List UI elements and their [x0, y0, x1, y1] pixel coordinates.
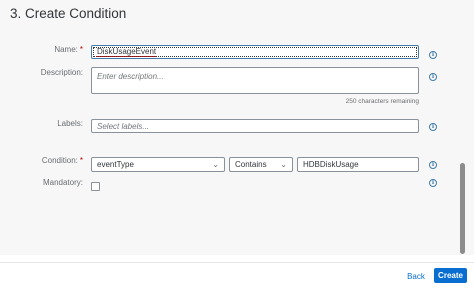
dialog-title: 3. Create Condition: [10, 6, 127, 21]
back-button[interactable]: Back: [403, 270, 429, 283]
info-icon[interactable]: i: [429, 161, 437, 169]
name-label: Name: *: [54, 45, 83, 54]
chevron-down-icon: ⌄: [212, 160, 219, 169]
info-icon[interactable]: i: [429, 179, 437, 187]
create-button[interactable]: Create: [434, 268, 467, 283]
condition-label: Condition: *: [41, 156, 83, 165]
name-input[interactable]: DiskUsageEvent: [91, 45, 419, 59]
required-marker: *: [79, 156, 83, 165]
mandatory-label: Mandatory:: [42, 178, 83, 187]
condition-operator-select[interactable]: Contains ⌄: [229, 157, 293, 172]
labels-label: Labels:: [57, 119, 83, 128]
condition-value-text: HDBDiskUsage: [303, 160, 359, 169]
condition-field-select[interactable]: eventType ⌄: [91, 157, 225, 172]
description-textarea[interactable]: Enter description...: [91, 67, 419, 94]
info-icon[interactable]: i: [429, 123, 437, 131]
info-icon[interactable]: i: [429, 51, 437, 59]
info-icon[interactable]: i: [429, 73, 437, 81]
labels-input[interactable]: Select labels...: [91, 119, 419, 133]
condition-operator-value: Contains: [235, 160, 267, 169]
chevron-down-icon: ⌄: [280, 160, 287, 169]
condition-value-input[interactable]: HDBDiskUsage: [297, 157, 419, 172]
condition-field-value: eventType: [97, 160, 134, 169]
description-label: Description:: [40, 68, 83, 77]
name-input-value: DiskUsageEvent: [97, 47, 157, 57]
character-counter: 250 characters remaining: [345, 98, 419, 105]
scrollbar-thumb[interactable]: [460, 163, 465, 254]
required-marker: *: [79, 45, 83, 54]
mandatory-checkbox[interactable]: [91, 182, 100, 191]
